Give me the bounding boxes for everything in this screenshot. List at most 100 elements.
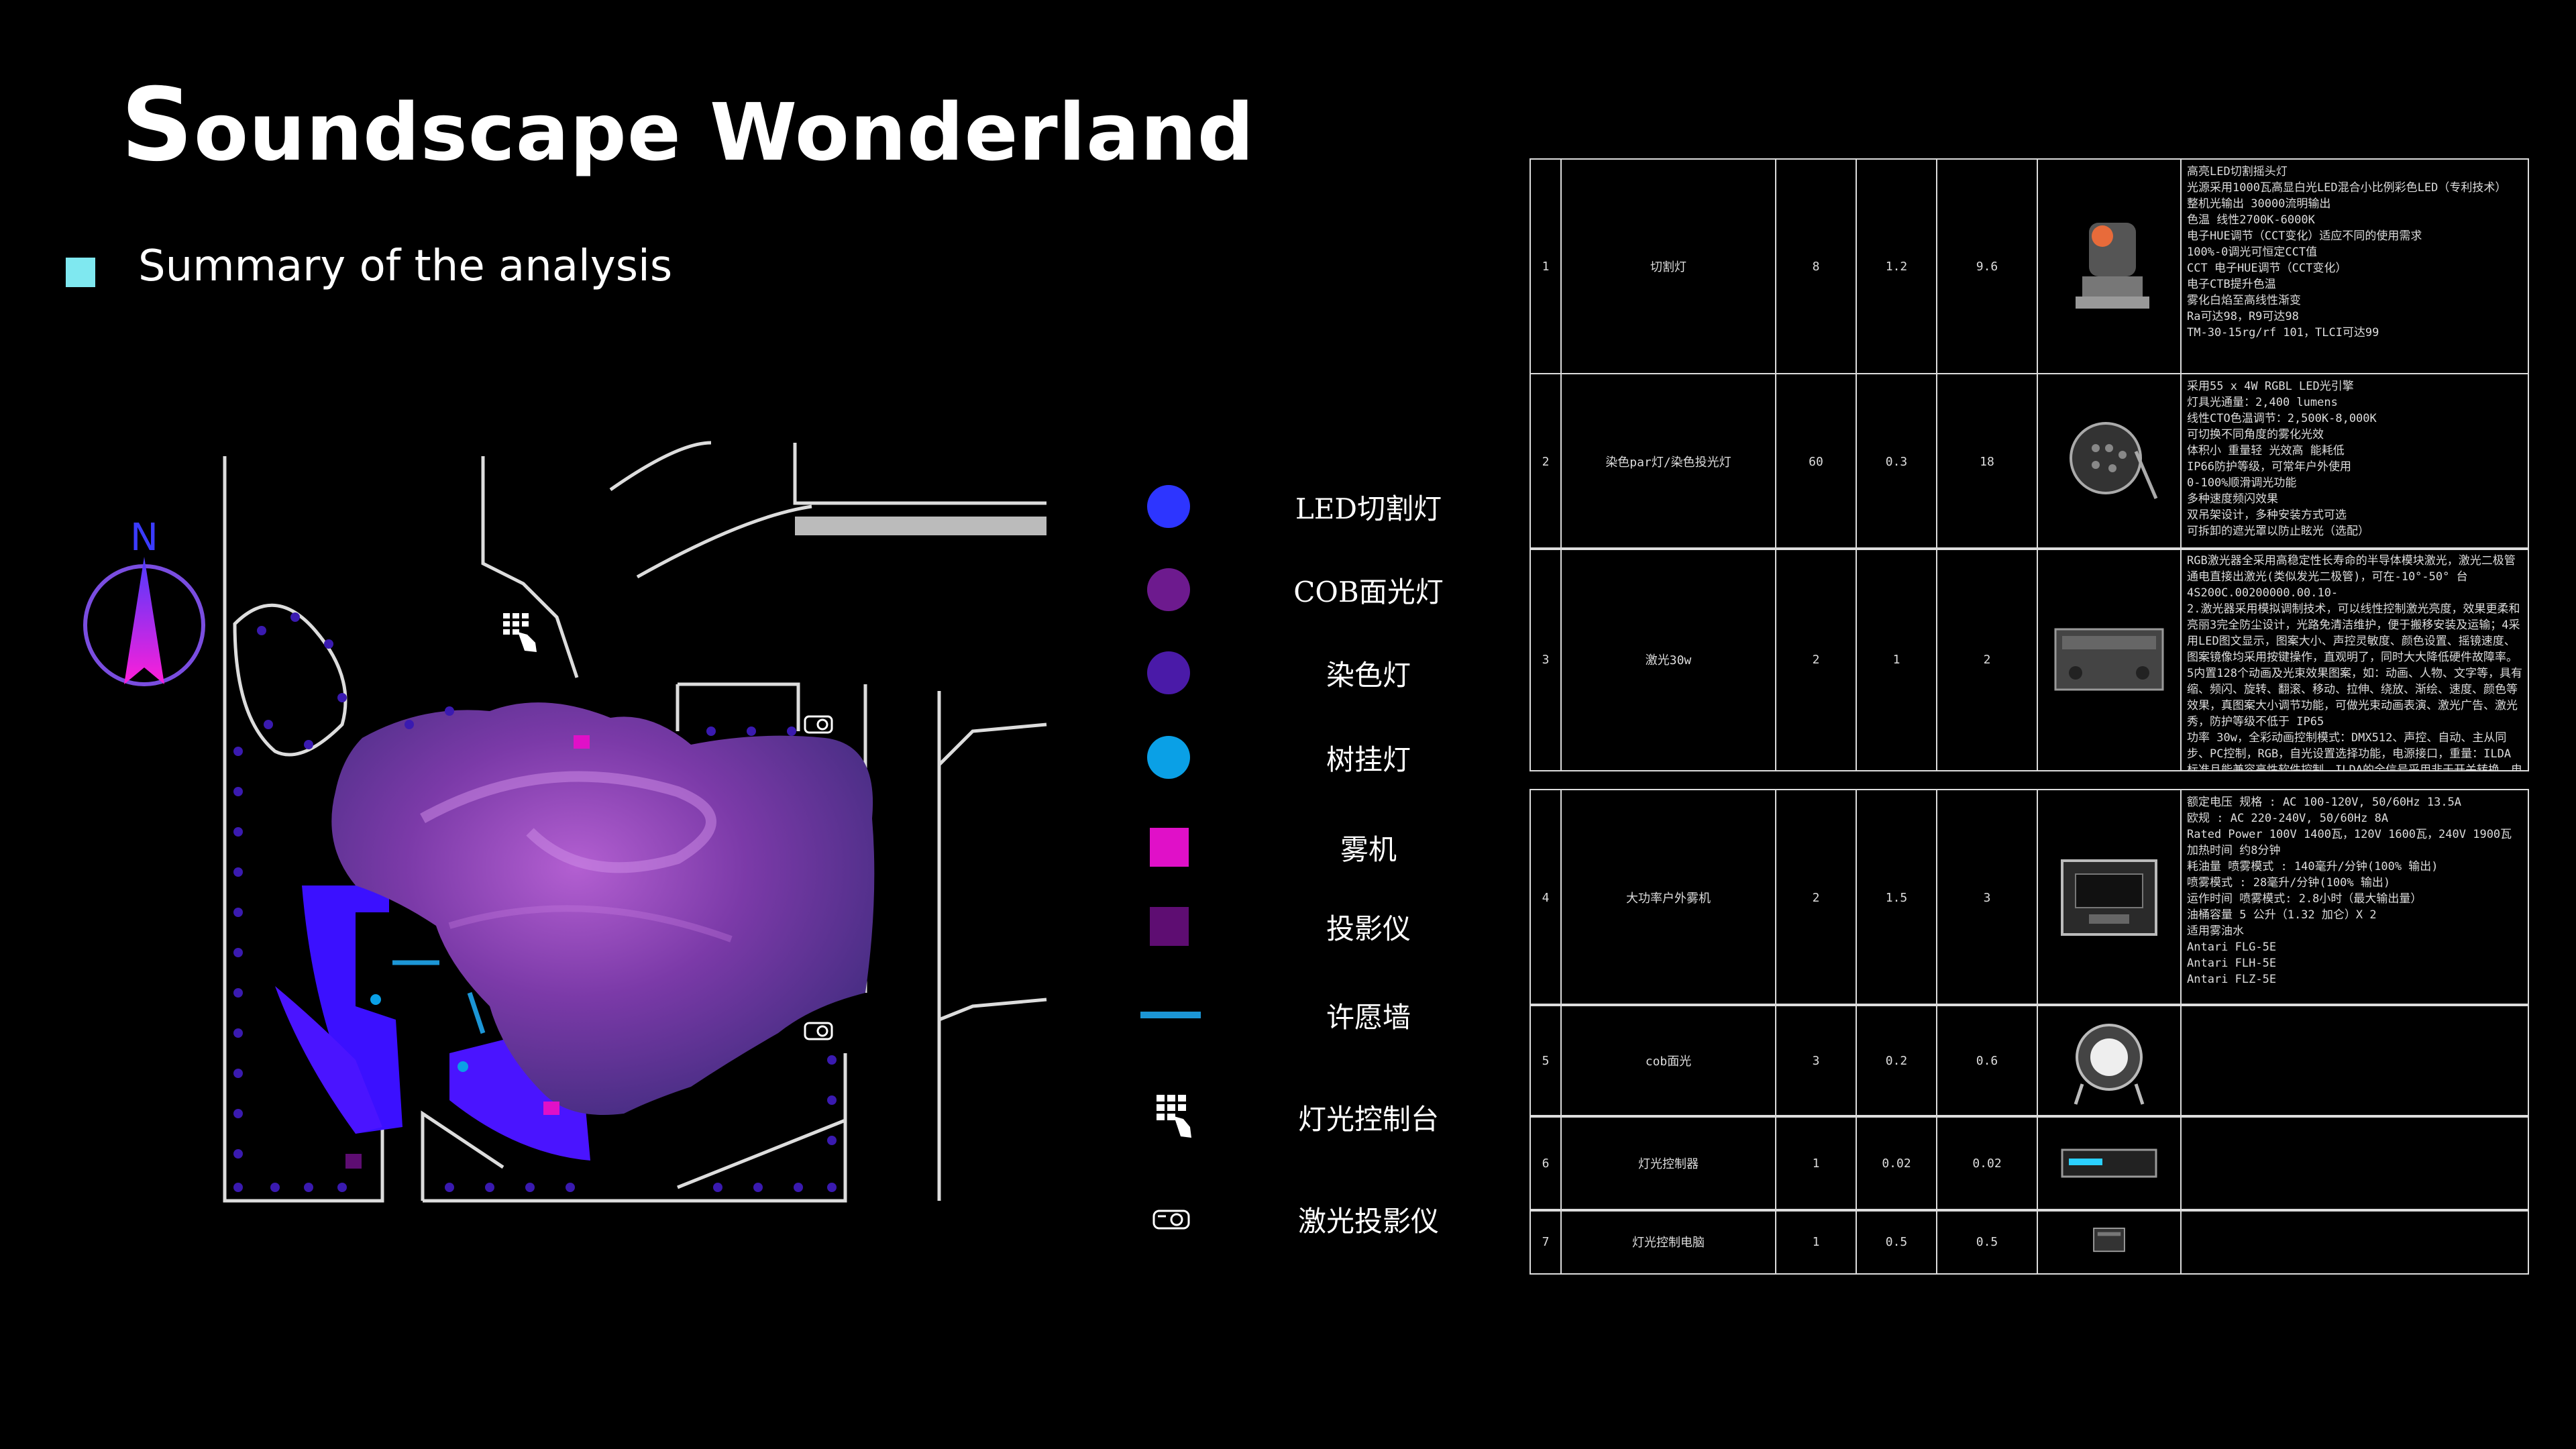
cell-name: 激光30w (1560, 549, 1775, 770)
cell-no: 4 (1529, 790, 1560, 1005)
fog-machine-icon (2061, 859, 2157, 936)
cell-qty: 60 (1775, 374, 1856, 549)
bullet-square (66, 258, 95, 287)
table-row: 1 切割灯 8 1.2 9.6 高亮LED切割摇头灯 光源采用1000瓦高显白光… (1529, 158, 2529, 374)
cell-image (2037, 1005, 2180, 1116)
cell-qty: 8 (1775, 160, 1856, 373)
cell-qty: 1 (1775, 1116, 1856, 1210)
cell-no: 3 (1529, 549, 1560, 770)
legend-dot-icon (1147, 736, 1190, 779)
building-block (795, 517, 1046, 535)
cell-total: 9.6 (1936, 160, 2037, 373)
table-row: 6 灯光控制器 1 0.02 0.02 (1529, 1115, 2529, 1212)
cell-desc (2180, 1005, 2529, 1116)
cell-power: 1.5 (1856, 790, 1936, 1005)
map-console-icon (503, 613, 537, 652)
cell-desc: 额定电压 规格 : AC 100-120V, 50/60Hz 13.5A 欧规 … (2180, 790, 2529, 1005)
moving-head-light-icon (2076, 223, 2149, 309)
cell-image (2037, 374, 2180, 549)
cell-name: 灯光控制电脑 (1560, 1210, 1775, 1273)
par-light-icon (2070, 422, 2158, 499)
cell-qty: 2 (1775, 549, 1856, 770)
cell-desc: 高亮LED切割摇头灯 光源采用1000瓦高显白光LED混合小比例彩色LED（专利… (2180, 160, 2529, 373)
cell-image (2037, 549, 2180, 770)
legend-item-laser-projector: 激光投影仪 (1127, 1182, 1489, 1256)
cell-name: 灯光控制器 (1560, 1116, 1775, 1210)
legend-item-console: 灯光控制台 (1127, 1080, 1489, 1154)
cell-no: 7 (1529, 1210, 1560, 1273)
legend-square-icon (1150, 907, 1189, 946)
cell-qty: 3 (1775, 1005, 1856, 1116)
legend-item-tree: 树挂灯 (1127, 720, 1489, 794)
cell-no: 1 (1529, 160, 1560, 373)
cell-desc (2180, 1116, 2529, 1210)
legend-item-led: LED切割灯 (1127, 470, 1489, 543)
legend-label: 染色灯 (1326, 658, 1411, 692)
legend-label: 许愿墙 (1326, 1000, 1411, 1034)
legend-item-projector: 投影仪 (1127, 890, 1489, 963)
laser-unit-icon (2054, 628, 2164, 691)
cell-desc: RGB激光器全采用高稳定性长寿命的半导体模块激光，激光二极管通电直接出激光(类似… (2180, 549, 2529, 770)
legend-label: 灯光控制台 (1297, 1102, 1439, 1136)
cell-total: 0.5 (1936, 1210, 2037, 1273)
controller-icon (2061, 1148, 2157, 1178)
cell-total: 2 (1936, 549, 2037, 770)
legend-label: 激光投影仪 (1297, 1204, 1439, 1238)
legend-label: 雾机 (1340, 833, 1397, 866)
compass-icon: N (83, 516, 205, 686)
table-row: 5 cob面光 3 0.2 0.6 (1529, 1004, 2529, 1118)
cell-no: 2 (1529, 374, 1560, 549)
legend-label: LED切割灯 (1295, 492, 1442, 525)
cell-image (2037, 160, 2180, 373)
cell-total: 0.6 (1936, 1005, 2037, 1116)
cell-power: 0.02 (1856, 1116, 1936, 1210)
cell-no: 6 (1529, 1116, 1560, 1210)
page-title: Soundscape Wonderland (121, 67, 1254, 184)
legend-line-icon (1140, 1012, 1201, 1018)
page-title-rest: oundscape Wonderland (194, 86, 1255, 178)
table-row: 3 激光30w 2 1 2 RGB激光器全采用高稳定性长寿命的半导体模块激光，激… (1529, 547, 2529, 771)
projector-icon (1152, 1210, 1190, 1230)
cell-power: 0.3 (1856, 374, 1936, 549)
legend-label: COB面光灯 (1293, 575, 1444, 608)
legend-item-fog: 雾机 (1127, 810, 1489, 884)
page-title-initial: S (121, 67, 195, 184)
legend-dot-icon (1147, 485, 1190, 528)
subtitle-row: Summary of the analysis (66, 241, 672, 291)
table-row: 2 染色par灯/染色投光灯 60 0.3 18 采用55 x 4W RGBL … (1529, 373, 2529, 550)
cell-qty: 1 (1775, 1210, 1856, 1273)
legend-square-icon (1150, 828, 1189, 867)
cell-total: 18 (1936, 374, 2037, 549)
cell-qty: 2 (1775, 790, 1856, 1005)
site-map: N (83, 441, 1047, 1203)
cell-total: 0.02 (1936, 1116, 2037, 1210)
cell-total: 3 (1936, 790, 2037, 1005)
cell-image (2037, 1116, 2180, 1210)
cell-image (2037, 1210, 2180, 1273)
table-row: 7 灯光控制电脑 1 0.5 0.5 (1529, 1209, 2529, 1275)
cell-power: 1.2 (1856, 160, 1936, 373)
computer-icon (2093, 1228, 2125, 1252)
cell-name: 切割灯 (1560, 160, 1775, 373)
table-row: 4 大功率户外雾机 2 1.5 3 额定电压 规格 : AC 100-120V,… (1529, 789, 2529, 1006)
compass-label: N (130, 516, 158, 559)
legend-label: 树挂灯 (1326, 743, 1411, 776)
legend-item-dye: 染色灯 (1127, 636, 1489, 710)
equipment-table: 1 切割灯 8 1.2 9.6 高亮LED切割摇头灯 光源采用1000瓦高显白光… (1529, 158, 2529, 1275)
legend-item-wishwall: 许愿墙 (1127, 978, 1489, 1052)
cell-image (2037, 790, 2180, 1005)
cell-name: cob面光 (1560, 1005, 1775, 1116)
cell-desc: 采用55 x 4W RGBL LED光引擎 灯具光通量：2,400 lumens… (2180, 374, 2529, 549)
cell-no: 5 (1529, 1005, 1560, 1116)
subtitle: Summary of the analysis (138, 241, 673, 291)
cell-power: 0.2 (1856, 1005, 1936, 1116)
legend-dot-icon (1147, 651, 1190, 694)
cell-name: 染色par灯/染色投光灯 (1560, 374, 1775, 549)
console-icon (1157, 1095, 1191, 1138)
legend-dot-icon (1147, 568, 1190, 611)
cell-name: 大功率户外雾机 (1560, 790, 1775, 1005)
legend-item-cob: COB面光灯 (1127, 553, 1489, 627)
cell-desc (2180, 1210, 2529, 1273)
cell-power: 0.5 (1856, 1210, 1936, 1273)
legend-label: 投影仪 (1326, 912, 1411, 945)
